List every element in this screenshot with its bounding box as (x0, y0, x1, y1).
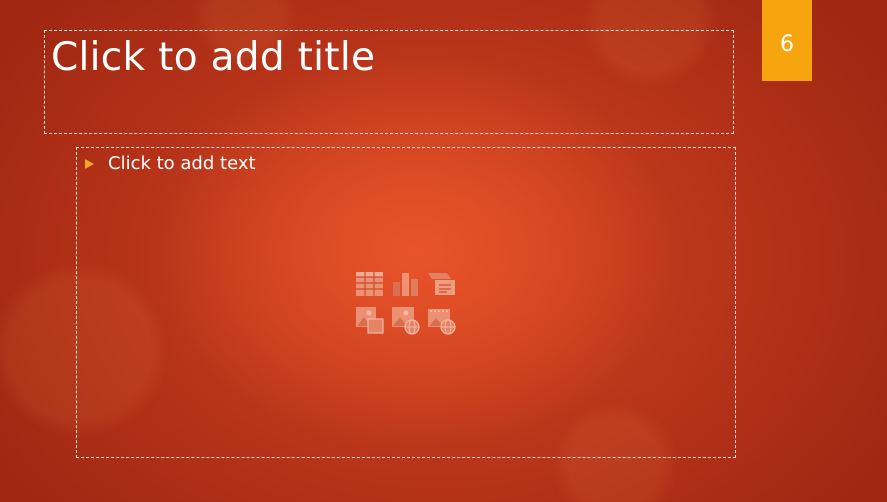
insert-chart-icon[interactable] (391, 270, 421, 300)
content-placeholder-text: Click to add text (108, 153, 256, 174)
title-placeholder-text: Click to add title (51, 35, 376, 80)
slide-number: 6 (780, 32, 794, 57)
insert-content-icons (355, 270, 465, 340)
slide-canvas: Click to add title Click to add text 6 (0, 0, 887, 502)
insert-video-icon[interactable] (427, 306, 457, 336)
title-placeholder[interactable]: Click to add title (44, 30, 734, 134)
insert-pictures-icon[interactable] (355, 306, 385, 336)
bullet-item: Click to add text (85, 153, 256, 174)
slide-number-tab: 6 (762, 0, 812, 81)
bullet-arrow-icon (85, 158, 94, 169)
insert-online-pictures-icon[interactable] (391, 306, 421, 336)
insert-smartart-icon[interactable] (427, 270, 457, 300)
insert-table-icon[interactable] (355, 270, 385, 300)
